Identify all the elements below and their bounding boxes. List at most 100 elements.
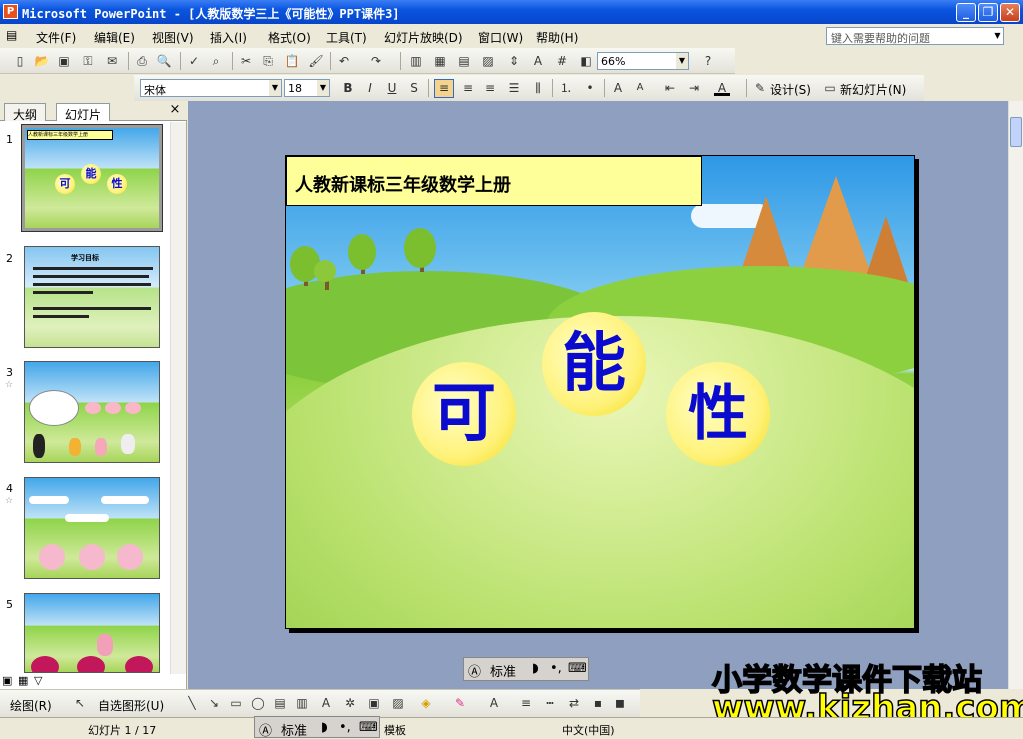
- email-icon[interactable]: ✉: [104, 53, 120, 69]
- zoom-select[interactable]: 66% ▼: [597, 52, 689, 70]
- keyboard-icon[interactable]: ⌨: [568, 661, 587, 676]
- ime-standard-label[interactable]: 标准: [490, 661, 516, 680]
- show-formatting-icon[interactable]: A: [530, 53, 546, 69]
- shadow-style-icon[interactable]: ▪: [590, 695, 606, 711]
- close-button[interactable]: ✕: [1000, 3, 1020, 22]
- decrease-font-icon[interactable]: A: [632, 80, 648, 96]
- underline-button[interactable]: U: [384, 80, 400, 96]
- format-painter-icon[interactable]: 🖌: [308, 53, 324, 69]
- autoshapes-menu-button[interactable]: 自选图形(U): [98, 697, 164, 714]
- clipart-icon[interactable]: ▣: [366, 695, 382, 711]
- align-right-icon[interactable]: ≡: [482, 80, 498, 96]
- increase-indent-icon[interactable]: ⇥: [686, 80, 702, 96]
- keyboard-icon[interactable]: ⌨: [359, 720, 378, 735]
- ime-punct-icon[interactable]: •,: [339, 720, 351, 735]
- normal-view-icon[interactable]: ▣: [2, 674, 12, 687]
- slide-thumbnail-1[interactable]: 人教新课标三年级数学上册 可 能 性: [21, 124, 163, 232]
- fill-color-icon[interactable]: ◈: [418, 695, 434, 711]
- char-ke[interactable]: 可: [412, 362, 516, 466]
- distribute-icon[interactable]: ☰: [506, 80, 522, 96]
- menu-slideshow[interactable]: 幻灯片放映(D): [384, 29, 463, 46]
- menu-insert[interactable]: 插入(I): [210, 29, 247, 46]
- slide-thumbnail-2[interactable]: 学习目标: [24, 246, 160, 348]
- color-grayscale-icon[interactable]: ◧: [578, 53, 594, 69]
- new-slide-button[interactable]: 新幻灯片(N): [840, 81, 906, 98]
- cut-icon[interactable]: ✂: [238, 53, 254, 69]
- slide-thumbnail-4[interactable]: [24, 477, 160, 579]
- bullets-icon[interactable]: •: [582, 80, 598, 96]
- ime-standard-label[interactable]: 标准: [281, 720, 307, 739]
- textbox-icon[interactable]: ▤: [272, 695, 288, 711]
- menu-view[interactable]: 视图(V): [152, 29, 194, 46]
- font-size-select[interactable]: 18 ▼: [284, 79, 330, 97]
- decrease-indent-icon[interactable]: ⇤: [662, 80, 678, 96]
- vertical-textbox-icon[interactable]: ▥: [294, 695, 310, 711]
- ime-logo-icon[interactable]: Ⓐ: [468, 661, 481, 680]
- oval-icon[interactable]: ◯: [250, 695, 266, 711]
- spelling-icon[interactable]: ✓: [186, 53, 202, 69]
- scrollbar-thumb[interactable]: [1010, 117, 1022, 147]
- ime-mode-icon[interactable]: ◗: [532, 661, 539, 676]
- vertical-scrollbar[interactable]: [1008, 101, 1023, 689]
- menu-format[interactable]: 格式(O): [268, 29, 311, 46]
- arrow-style-icon[interactable]: ⇄: [566, 695, 582, 711]
- 3d-style-icon[interactable]: ◼: [612, 695, 628, 711]
- line-color-icon[interactable]: ✎: [452, 695, 468, 711]
- picture-icon[interactable]: ▨: [390, 695, 406, 711]
- permission-icon[interactable]: ⚿: [80, 53, 96, 69]
- arrow-icon[interactable]: ↘: [206, 695, 222, 711]
- copy-icon[interactable]: ⎘: [260, 53, 276, 69]
- restore-button[interactable]: ❐: [978, 3, 998, 22]
- menu-file[interactable]: 文件(F): [36, 29, 76, 46]
- font-color-icon[interactable]: A: [714, 80, 730, 96]
- char-xing[interactable]: 性: [666, 362, 770, 466]
- research-icon[interactable]: ⌕: [208, 53, 224, 69]
- ime-mode-icon[interactable]: ◗: [321, 720, 328, 735]
- increase-font-icon[interactable]: A: [610, 80, 626, 96]
- slide-thumbnail-3[interactable]: [24, 361, 160, 463]
- line-icon[interactable]: ╲: [184, 695, 200, 711]
- menu-help[interactable]: 帮助(H): [536, 29, 578, 46]
- menu-tools[interactable]: 工具(T): [326, 29, 367, 46]
- design-icon[interactable]: ✎: [752, 80, 768, 96]
- save-icon[interactable]: ▣: [56, 53, 72, 69]
- column-icon[interactable]: ⫼: [530, 80, 546, 96]
- diagram-icon[interactable]: ✲: [342, 695, 358, 711]
- insert-picture-icon[interactable]: ▨: [480, 53, 496, 69]
- dash-style-icon[interactable]: ┅: [542, 695, 558, 711]
- bold-button[interactable]: B: [340, 80, 356, 96]
- show-grid-icon[interactable]: #: [554, 53, 570, 69]
- help-dropdown-icon[interactable]: ▼: [992, 28, 1003, 44]
- tab-slides[interactable]: 幻灯片: [56, 103, 111, 122]
- menu-window[interactable]: 窗口(W): [478, 29, 523, 46]
- current-slide[interactable]: 人教新课标三年级数学上册 可 能 性: [285, 155, 915, 629]
- slide-title[interactable]: 人教新课标三年级数学上册: [286, 156, 702, 206]
- slideshow-view-icon[interactable]: ▽: [34, 674, 42, 687]
- expand-all-icon[interactable]: ⇕: [506, 53, 522, 69]
- rectangle-icon[interactable]: ▭: [228, 695, 244, 711]
- shadow-button[interactable]: S: [406, 80, 422, 96]
- slide-thumbnail-5[interactable]: [24, 593, 160, 673]
- font-color-icon[interactable]: A: [486, 695, 502, 711]
- insert-chart-icon[interactable]: ▥: [408, 53, 424, 69]
- menu-edit[interactable]: 编辑(E): [94, 29, 135, 46]
- undo-icon[interactable]: ↶: [336, 53, 352, 69]
- new-icon[interactable]: ▯: [12, 53, 28, 69]
- sorter-view-icon[interactable]: ▦: [18, 674, 28, 687]
- help-search-input[interactable]: 键入需要帮助的问题: [826, 27, 1004, 45]
- paste-icon[interactable]: 📋: [284, 53, 300, 69]
- align-center-icon[interactable]: ≡: [460, 80, 476, 96]
- print-preview-icon[interactable]: 🔍: [156, 53, 172, 69]
- tables-borders-icon[interactable]: ▤: [456, 53, 472, 69]
- design-button[interactable]: 设计(S): [770, 81, 811, 98]
- print-icon[interactable]: ⎙: [134, 53, 150, 69]
- redo-icon[interactable]: ↷: [368, 53, 384, 69]
- thumbnail-scrollbar[interactable]: [170, 122, 186, 674]
- insert-table-icon[interactable]: ▦: [432, 53, 448, 69]
- italic-button[interactable]: I: [362, 80, 378, 96]
- wordart-icon[interactable]: A: [318, 695, 334, 711]
- align-left-icon[interactable]: ≡: [434, 79, 454, 98]
- tab-outline[interactable]: 大纲: [4, 103, 47, 122]
- font-select[interactable]: 宋体 ▼: [140, 79, 282, 97]
- help-icon[interactable]: ?: [700, 53, 716, 69]
